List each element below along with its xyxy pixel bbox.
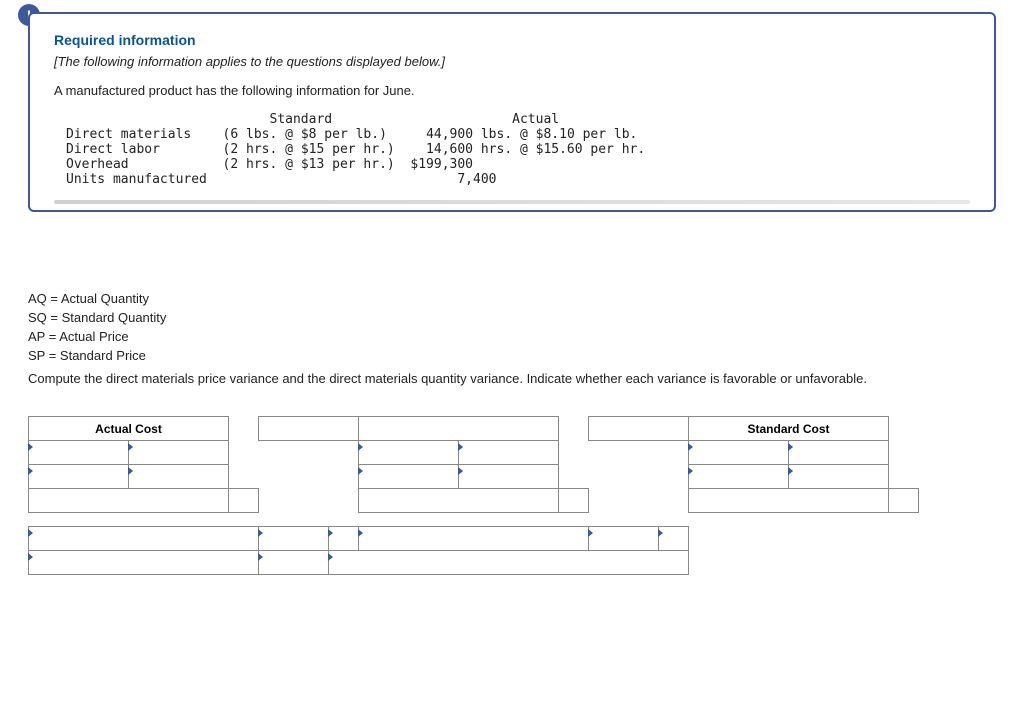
question-instruction: Compute the direct materials price varia…	[28, 370, 996, 388]
total-mid-cost[interactable]	[359, 489, 559, 513]
total-variance-amount[interactable]	[259, 551, 329, 575]
row-act-0: 44,900 lbs. @ $8.10 per lb.	[426, 127, 637, 142]
cost-data-pre: Standard Actual Direct materials (6 lbs.…	[66, 112, 970, 187]
required-info-heading: Required information	[54, 32, 970, 48]
info-box-bottom-bar	[54, 200, 970, 204]
total-variance-fu[interactable]	[329, 551, 689, 575]
input-mid-qty-2[interactable]	[359, 465, 459, 489]
variance-fu-2[interactable]	[659, 527, 689, 551]
sym-std[interactable]	[889, 489, 919, 513]
variable-legend: AQ = Actual Quantity SQ = Standard Quant…	[28, 290, 166, 365]
total-std-cost[interactable]	[689, 489, 889, 513]
variance-amount-2[interactable]	[589, 527, 659, 551]
row-std-1: (2 hrs. @ $15 per hr.)	[223, 142, 395, 157]
sym-mid[interactable]	[559, 489, 589, 513]
total-actual-cost[interactable]	[29, 489, 229, 513]
row-label-2: Overhead	[66, 157, 129, 172]
input-std-qty-2[interactable]	[689, 465, 789, 489]
variance-label-1[interactable]	[29, 527, 259, 551]
input-mid-qty-1[interactable]	[359, 441, 459, 465]
gap	[889, 417, 919, 441]
page-root: ! Required information [The following in…	[0, 0, 1024, 710]
variance-amount-1[interactable]	[259, 527, 329, 551]
cost-data-table: Standard Actual Direct materials (6 lbs.…	[66, 112, 970, 187]
header-standard-cost: Standard Cost	[689, 417, 889, 441]
info-lead-sentence: A manufactured product has the following…	[54, 83, 970, 98]
input-actual-qty-2[interactable]	[29, 465, 129, 489]
input-actual-price-2[interactable]	[129, 465, 229, 489]
input-std-qty-1[interactable]	[689, 441, 789, 465]
row-label-1: Direct labor	[66, 142, 160, 157]
blank	[332, 112, 512, 127]
row-label-0: Direct materials	[66, 127, 191, 142]
row-act-3: 7,400	[457, 172, 496, 187]
row-act-1: 14,600 hrs. @ $15.60 per hr.	[426, 142, 645, 157]
required-info-box: Required information [The following info…	[28, 12, 996, 212]
input-actual-qty-1[interactable]	[29, 441, 129, 465]
legend-sq: SQ = Standard Quantity	[28, 309, 166, 328]
gap	[559, 417, 589, 441]
legend-sp: SP = Standard Price	[28, 347, 166, 366]
header-blank-3	[589, 417, 689, 441]
legend-ap: AP = Actual Price	[28, 328, 166, 347]
input-mid-price-1[interactable]	[459, 441, 559, 465]
row-label-3: Units manufactured	[66, 172, 207, 187]
sym-actual[interactable]	[229, 489, 259, 513]
input-std-price-1[interactable]	[789, 441, 889, 465]
row-act-2: $199,300	[410, 157, 473, 172]
answer-grid: Actual Cost Standard Cost	[28, 416, 996, 575]
total-variance-label[interactable]	[29, 551, 259, 575]
header-blank-2	[359, 417, 559, 441]
row-std-2: (2 hrs. @ $13 per hr.)	[223, 157, 395, 172]
variance-label-2[interactable]	[359, 527, 589, 551]
col-header-standard: Standard	[270, 112, 333, 127]
header-blank-1	[259, 417, 359, 441]
gap	[229, 417, 259, 441]
input-actual-price-1[interactable]	[129, 441, 229, 465]
blank	[66, 112, 270, 127]
answer-table: Actual Cost Standard Cost	[28, 416, 919, 575]
info-applies-note: [The following information applies to th…	[54, 54, 970, 69]
legend-aq: AQ = Actual Quantity	[28, 290, 166, 309]
header-actual-cost: Actual Cost	[29, 417, 229, 441]
row-std-0: (6 lbs. @ $8 per lb.)	[223, 127, 387, 142]
variance-fu-1[interactable]	[329, 527, 359, 551]
col-header-actual: Actual	[512, 112, 559, 127]
input-std-price-2[interactable]	[789, 465, 889, 489]
input-mid-price-2[interactable]	[459, 465, 559, 489]
